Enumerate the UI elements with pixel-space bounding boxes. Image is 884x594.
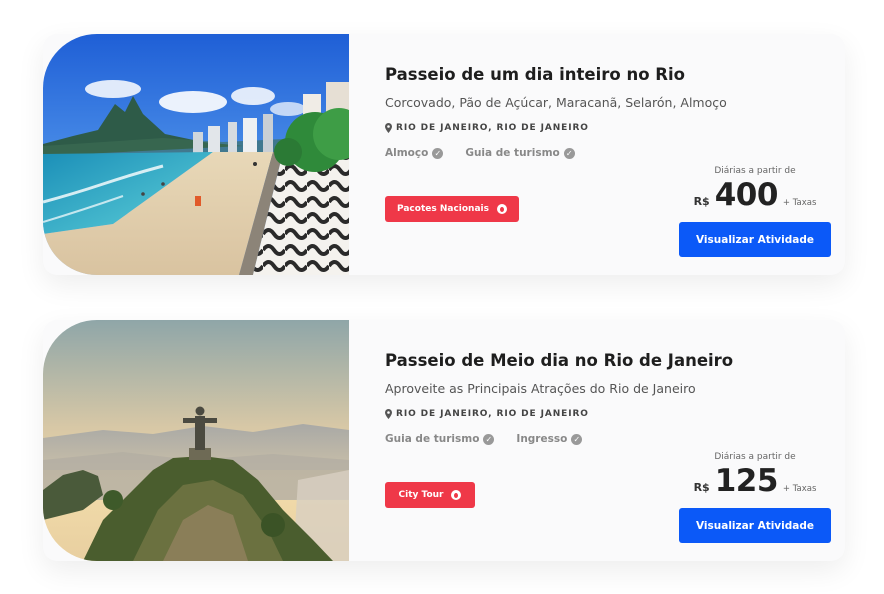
activity-location: RIO DE JANEIRO, RIO DE JANEIRO — [385, 409, 589, 419]
activity-photo-ipanema-beach[interactable] — [43, 34, 349, 275]
price-block: Diárias a partir de R$ 125 + Taxas — [679, 452, 831, 498]
feature-list: Guia de turismo ✓ Ingresso ✓ — [385, 433, 583, 445]
feature-item: Almoço ✓ — [385, 147, 444, 159]
view-activity-button[interactable]: Visualizar Atividade — [679, 222, 831, 257]
tag-label: City Tour — [398, 490, 444, 500]
activity-location: RIO DE JANEIRO, RIO DE JANEIRO — [385, 123, 589, 133]
category-tag[interactable]: Pacotes Nacionais — [385, 196, 519, 222]
feature-list: Almoço ✓ Guia de turismo ✓ — [385, 147, 575, 159]
feature-item: Ingresso ✓ — [516, 433, 583, 445]
map-pin-icon — [385, 409, 392, 419]
price-currency: R$ — [693, 195, 710, 208]
map-pin-icon — [385, 123, 392, 133]
activity-subtitle: Aproveite as Principais Atrações do Rio … — [385, 381, 696, 396]
activity-title[interactable]: Passeio de um dia inteiro no Rio — [385, 65, 685, 84]
feature-item: Guia de turismo ✓ — [465, 147, 575, 159]
activity-card[interactable]: Passeio de um dia inteiro no Rio Corcova… — [43, 34, 845, 275]
price-row: R$ 125 + Taxas — [679, 464, 831, 498]
activity-info: Passeio de um dia inteiro no Rio Corcova… — [385, 34, 845, 275]
activity-card[interactable]: Passeio de Meio dia no Rio de Janeiro Ap… — [43, 320, 845, 561]
price-amount: 125 — [714, 463, 779, 499]
feature-label: Almoço — [385, 147, 429, 159]
check-circle-icon: ✓ — [483, 433, 495, 445]
location-text: RIO DE JANEIRO, RIO DE JANEIRO — [396, 409, 589, 419]
price-taxes: + Taxas — [782, 484, 817, 494]
price-block: Diárias a partir de R$ 400 + Taxas — [679, 166, 831, 212]
category-tag[interactable]: City Tour — [385, 482, 475, 508]
activity-title[interactable]: Passeio de Meio dia no Rio de Janeiro — [385, 351, 733, 370]
feature-label: Guia de turismo — [385, 433, 480, 445]
activity-subtitle: Corcovado, Pão de Açúcar, Maracanã, Sela… — [385, 95, 727, 110]
price-amount: 400 — [714, 177, 779, 213]
price-currency: R$ — [693, 481, 710, 494]
feature-label: Guia de turismo — [465, 147, 560, 159]
activity-photo-christ-redeemer[interactable] — [43, 320, 349, 561]
check-circle-icon: ✓ — [432, 147, 444, 159]
fire-icon — [451, 490, 462, 500]
feature-item: Guia de turismo ✓ — [385, 433, 495, 445]
price-caption: Diárias a partir de — [714, 452, 796, 462]
view-activity-button[interactable]: Visualizar Atividade — [679, 508, 831, 543]
feature-label: Ingresso — [516, 433, 568, 445]
check-circle-icon: ✓ — [571, 433, 583, 445]
price-row: R$ 400 + Taxas — [679, 178, 831, 212]
location-text: RIO DE JANEIRO, RIO DE JANEIRO — [396, 123, 589, 133]
price-taxes: + Taxas — [782, 198, 817, 208]
fire-icon — [496, 204, 507, 214]
tag-label: Pacotes Nacionais — [397, 204, 489, 214]
price-caption: Diárias a partir de — [714, 166, 796, 176]
check-circle-icon: ✓ — [563, 147, 575, 159]
activity-info: Passeio de Meio dia no Rio de Janeiro Ap… — [385, 320, 845, 561]
